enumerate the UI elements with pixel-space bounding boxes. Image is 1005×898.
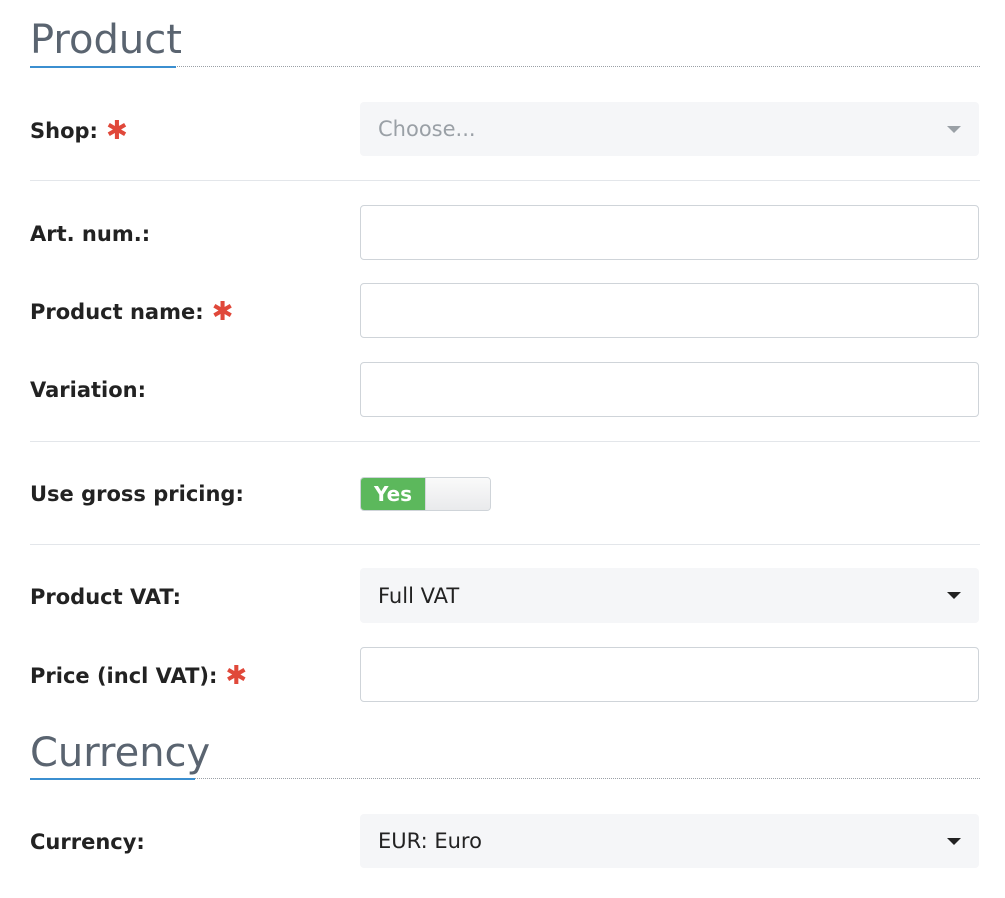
variation-input[interactable] [360, 362, 979, 417]
price-input[interactable] [360, 647, 979, 702]
currency-select[interactable]: EUR: Euro [360, 814, 979, 868]
shop-label: Shop: ✱ [30, 116, 128, 146]
product-name-label-text: Product name: [30, 300, 204, 324]
chevron-down-icon [947, 837, 961, 845]
art-num-input[interactable] [360, 205, 979, 260]
price-label-text: Price (incl VAT): [30, 664, 218, 688]
chevron-down-icon [947, 125, 961, 133]
gross-pricing-label-text: Use gross pricing: [30, 482, 244, 506]
section-title-currency: Currency [30, 730, 211, 776]
divider [30, 180, 980, 181]
chevron-down-icon [947, 592, 961, 599]
product-name-input[interactable] [360, 283, 979, 338]
currency-label-text: Currency: [30, 830, 145, 854]
section-underline-currency [30, 778, 195, 780]
currency-label: Currency: [30, 827, 145, 857]
gross-pricing-label: Use gross pricing: [30, 479, 244, 509]
shop-select[interactable]: Choose... [360, 102, 979, 156]
section-title-product: Product [30, 17, 182, 63]
shop-label-text: Shop: [30, 119, 98, 143]
shop-select-placeholder: Choose... [378, 117, 476, 141]
required-asterisk-icon: ✱ [105, 116, 128, 146]
product-vat-label: Product VAT: [30, 582, 181, 612]
art-num-label: Art. num.: [30, 219, 150, 249]
art-num-label-text: Art. num.: [30, 222, 151, 246]
variation-label-text: Variation: [30, 378, 147, 402]
toggle-on-state: Yes [361, 478, 425, 510]
currency-selected: EUR: Euro [378, 829, 482, 853]
price-label: Price (incl VAT): ✱ [30, 661, 247, 691]
variation-label: Variation: [30, 375, 146, 405]
product-name-label: Product name: ✱ [30, 297, 233, 327]
required-asterisk-icon: ✱ [225, 661, 248, 691]
section-underline-product [30, 66, 176, 68]
divider [30, 544, 980, 545]
product-vat-label-text: Product VAT: [30, 585, 181, 609]
required-asterisk-icon: ✱ [211, 297, 234, 327]
divider [30, 441, 980, 442]
toggle-knob [425, 478, 490, 510]
product-vat-select[interactable]: Full VAT [360, 568, 979, 623]
product-vat-selected: Full VAT [378, 583, 460, 608]
gross-pricing-toggle[interactable]: Yes [360, 477, 491, 511]
